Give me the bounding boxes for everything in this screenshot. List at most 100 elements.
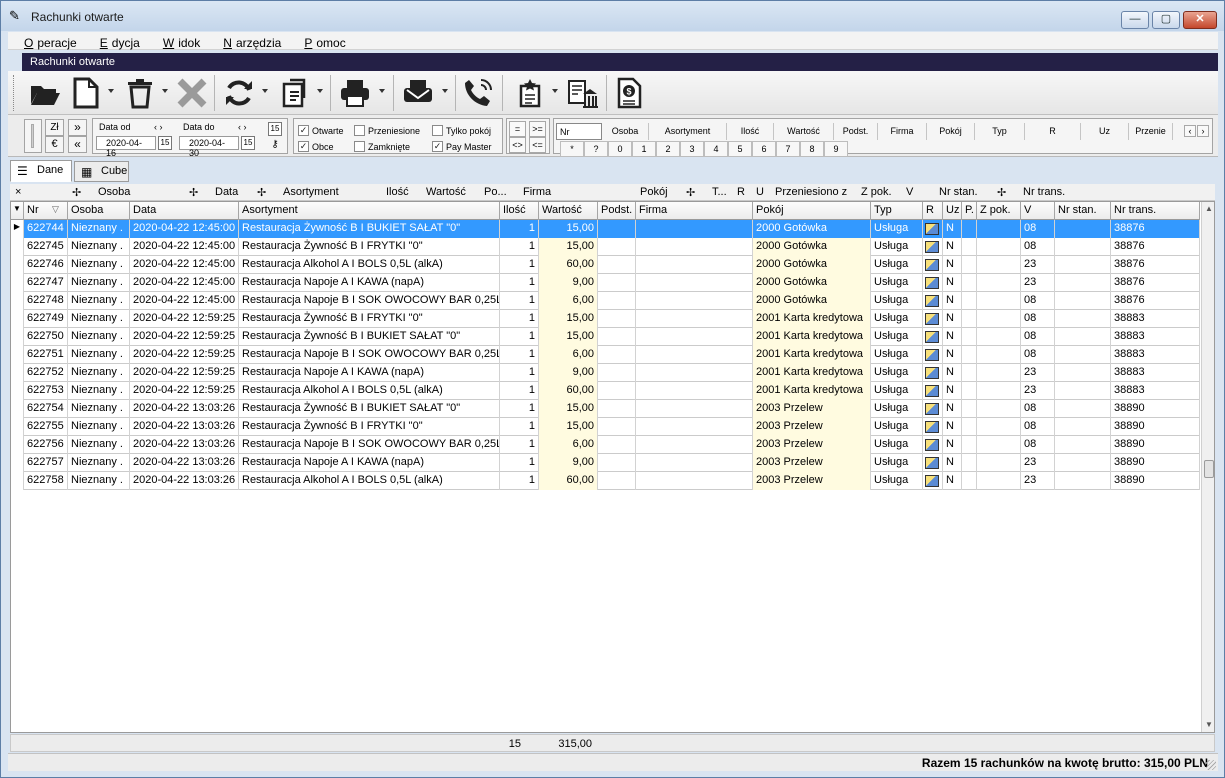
row-indicator[interactable] bbox=[11, 364, 24, 382]
delete-button[interactable] bbox=[123, 76, 157, 110]
group-header-5[interactable]: Po... bbox=[484, 186, 507, 198]
date-from-input[interactable]: 2020-04-16 bbox=[96, 136, 156, 158]
row-indicator[interactable] bbox=[11, 472, 24, 490]
field-header-pokj[interactable]: Pokój bbox=[927, 123, 975, 140]
grid-corner-indicator[interactable]: ▼ bbox=[11, 202, 24, 220]
column-header-ilosc[interactable]: Ilość bbox=[500, 202, 539, 220]
checkbox-otwarte[interactable]: ✓ bbox=[298, 125, 309, 136]
operator-equal[interactable]: = bbox=[509, 121, 526, 137]
group-header-2[interactable]: Asortyment bbox=[283, 186, 339, 198]
mail-button[interactable] bbox=[401, 76, 435, 110]
row-indicator[interactable] bbox=[11, 382, 24, 400]
column-header-r[interactable]: R bbox=[923, 202, 943, 220]
maximize-button[interactable]: ▢ bbox=[1152, 11, 1180, 29]
filter-icon[interactable]: ▽ bbox=[52, 204, 59, 215]
refresh-dropdown[interactable] bbox=[262, 89, 268, 93]
checkbox-obce[interactable]: ✓ bbox=[298, 141, 309, 152]
column-header-zpok[interactable]: Z pok. bbox=[977, 202, 1021, 220]
column-header-data[interactable]: Data bbox=[130, 202, 239, 220]
group-header-8[interactable]: T... bbox=[712, 186, 727, 198]
tab-dane[interactable]: ☰ Dane bbox=[10, 160, 72, 182]
row-indicator[interactable] bbox=[11, 346, 24, 364]
column-header-v[interactable]: V bbox=[1021, 202, 1055, 220]
field-header-ilo[interactable]: Ilość bbox=[727, 123, 774, 140]
row-indicator[interactable] bbox=[11, 256, 24, 274]
room-charge-icon[interactable] bbox=[925, 403, 939, 415]
room-charge-icon[interactable] bbox=[925, 421, 939, 433]
column-header-trans[interactable]: Nr trans. bbox=[1111, 202, 1200, 220]
digit-button-11[interactable]: 9 bbox=[824, 141, 848, 157]
row-indicator[interactable] bbox=[11, 400, 24, 418]
column-header-osoba[interactable]: Osoba bbox=[68, 202, 130, 220]
field-header-warto[interactable]: Wartość bbox=[774, 123, 834, 140]
group-header-12[interactable]: Z pok. bbox=[861, 186, 892, 198]
operator-neq[interactable]: <> bbox=[509, 137, 526, 153]
digit-button-8[interactable]: 6 bbox=[752, 141, 776, 157]
column-header-typ[interactable]: Typ bbox=[871, 202, 923, 220]
room-charge-icon[interactable] bbox=[925, 241, 939, 253]
close-button[interactable]: ✕ bbox=[1183, 11, 1217, 29]
key-icon[interactable]: ⚷ bbox=[268, 139, 282, 151]
table-row[interactable]: ▶ 622744 Nieznany . 2020-04-22 12:45:00 Rest… bbox=[11, 220, 1200, 238]
table-row[interactable]: 622754 Nieznany . 2020-04-22 13:03:26 Resta… bbox=[11, 400, 1200, 418]
move-icon[interactable]: ✢ bbox=[72, 186, 81, 199]
room-charge-icon[interactable] bbox=[925, 331, 939, 343]
new-document-dropdown[interactable] bbox=[108, 89, 114, 93]
move-icon[interactable]: ✢ bbox=[189, 186, 198, 199]
table-row[interactable]: 622755 Nieznany . 2020-04-22 13:03:26 Resta… bbox=[11, 418, 1200, 436]
column-header-p[interactable]: P. bbox=[962, 202, 977, 220]
column-header-firma[interactable]: Firma bbox=[636, 202, 753, 220]
room-charge-icon[interactable] bbox=[925, 349, 939, 361]
calendar-icon[interactable]: 15 bbox=[268, 122, 282, 136]
table-row[interactable]: 622750 Nieznany . 2020-04-22 12:59:25 Resta… bbox=[11, 328, 1200, 346]
checkbox-tylko-pokoj[interactable] bbox=[432, 125, 443, 136]
row-indicator[interactable] bbox=[11, 310, 24, 328]
currency-pln-button[interactable]: Zł bbox=[45, 119, 64, 136]
checkbox-pay-master[interactable]: ✓ bbox=[432, 141, 443, 152]
group-header-1[interactable]: Data bbox=[215, 186, 238, 198]
row-indicator[interactable] bbox=[11, 328, 24, 346]
move-icon[interactable]: ✢ bbox=[257, 186, 266, 199]
vertical-scrollbar[interactable]: ▲ ▼ bbox=[1201, 202, 1214, 732]
print-dropdown[interactable] bbox=[379, 89, 385, 93]
date-to-nav[interactable]: ‹ › bbox=[238, 122, 247, 132]
digit-button-10[interactable]: 8 bbox=[800, 141, 824, 157]
row-indicator[interactable] bbox=[11, 436, 24, 454]
invoice-button[interactable]: $ bbox=[612, 76, 646, 110]
field-header-r[interactable]: R bbox=[1025, 123, 1081, 140]
transfer-button[interactable] bbox=[278, 76, 312, 110]
room-charge-icon[interactable] bbox=[925, 259, 939, 271]
minimize-button[interactable]: — bbox=[1121, 11, 1149, 29]
column-header-nr[interactable]: Nr bbox=[24, 202, 68, 220]
room-charge-icon[interactable] bbox=[925, 313, 939, 325]
table-row[interactable]: 622745 Nieznany . 2020-04-22 12:45:00 Resta… bbox=[11, 238, 1200, 256]
transfer-dropdown[interactable] bbox=[317, 89, 323, 93]
room-charge-icon[interactable] bbox=[925, 223, 939, 235]
row-indicator[interactable] bbox=[11, 238, 24, 256]
group-header-15[interactable]: Nr trans. bbox=[1023, 186, 1065, 198]
group-header-6[interactable]: Firma bbox=[523, 186, 551, 198]
row-indicator[interactable] bbox=[11, 418, 24, 436]
field-header-nr[interactable]: Nr bbox=[556, 123, 602, 140]
move-icon[interactable]: ✢ bbox=[686, 186, 695, 199]
phone-button[interactable] bbox=[461, 76, 495, 110]
date-from-calendar-icon[interactable]: 15 bbox=[158, 136, 172, 150]
cancel-button[interactable] bbox=[175, 76, 209, 110]
room-charge-icon[interactable] bbox=[925, 439, 939, 451]
room-charge-icon[interactable] bbox=[925, 295, 939, 307]
bank-button[interactable] bbox=[565, 76, 599, 110]
group-header-13[interactable]: V bbox=[906, 186, 913, 198]
menu-operacje[interactable]: Operacje bbox=[8, 32, 81, 50]
digit-button-3[interactable]: 1 bbox=[632, 141, 656, 157]
digit-button-4[interactable]: 2 bbox=[656, 141, 680, 157]
nav-forward-button[interactable]: » bbox=[68, 119, 87, 136]
operator-lte[interactable]: <= bbox=[529, 137, 546, 153]
digit-button-0[interactable]: * bbox=[560, 141, 584, 157]
group-header-4[interactable]: Wartość bbox=[426, 186, 466, 198]
bookmark-button[interactable] bbox=[513, 76, 547, 110]
table-row[interactable]: 622748 Nieznany . 2020-04-22 12:45:00 Resta… bbox=[11, 292, 1200, 310]
group-header-3[interactable]: Ilość bbox=[386, 186, 409, 198]
table-row[interactable]: 622757 Nieznany . 2020-04-22 13:03:26 Resta… bbox=[11, 454, 1200, 472]
digit-button-6[interactable]: 4 bbox=[704, 141, 728, 157]
room-charge-icon[interactable] bbox=[925, 277, 939, 289]
